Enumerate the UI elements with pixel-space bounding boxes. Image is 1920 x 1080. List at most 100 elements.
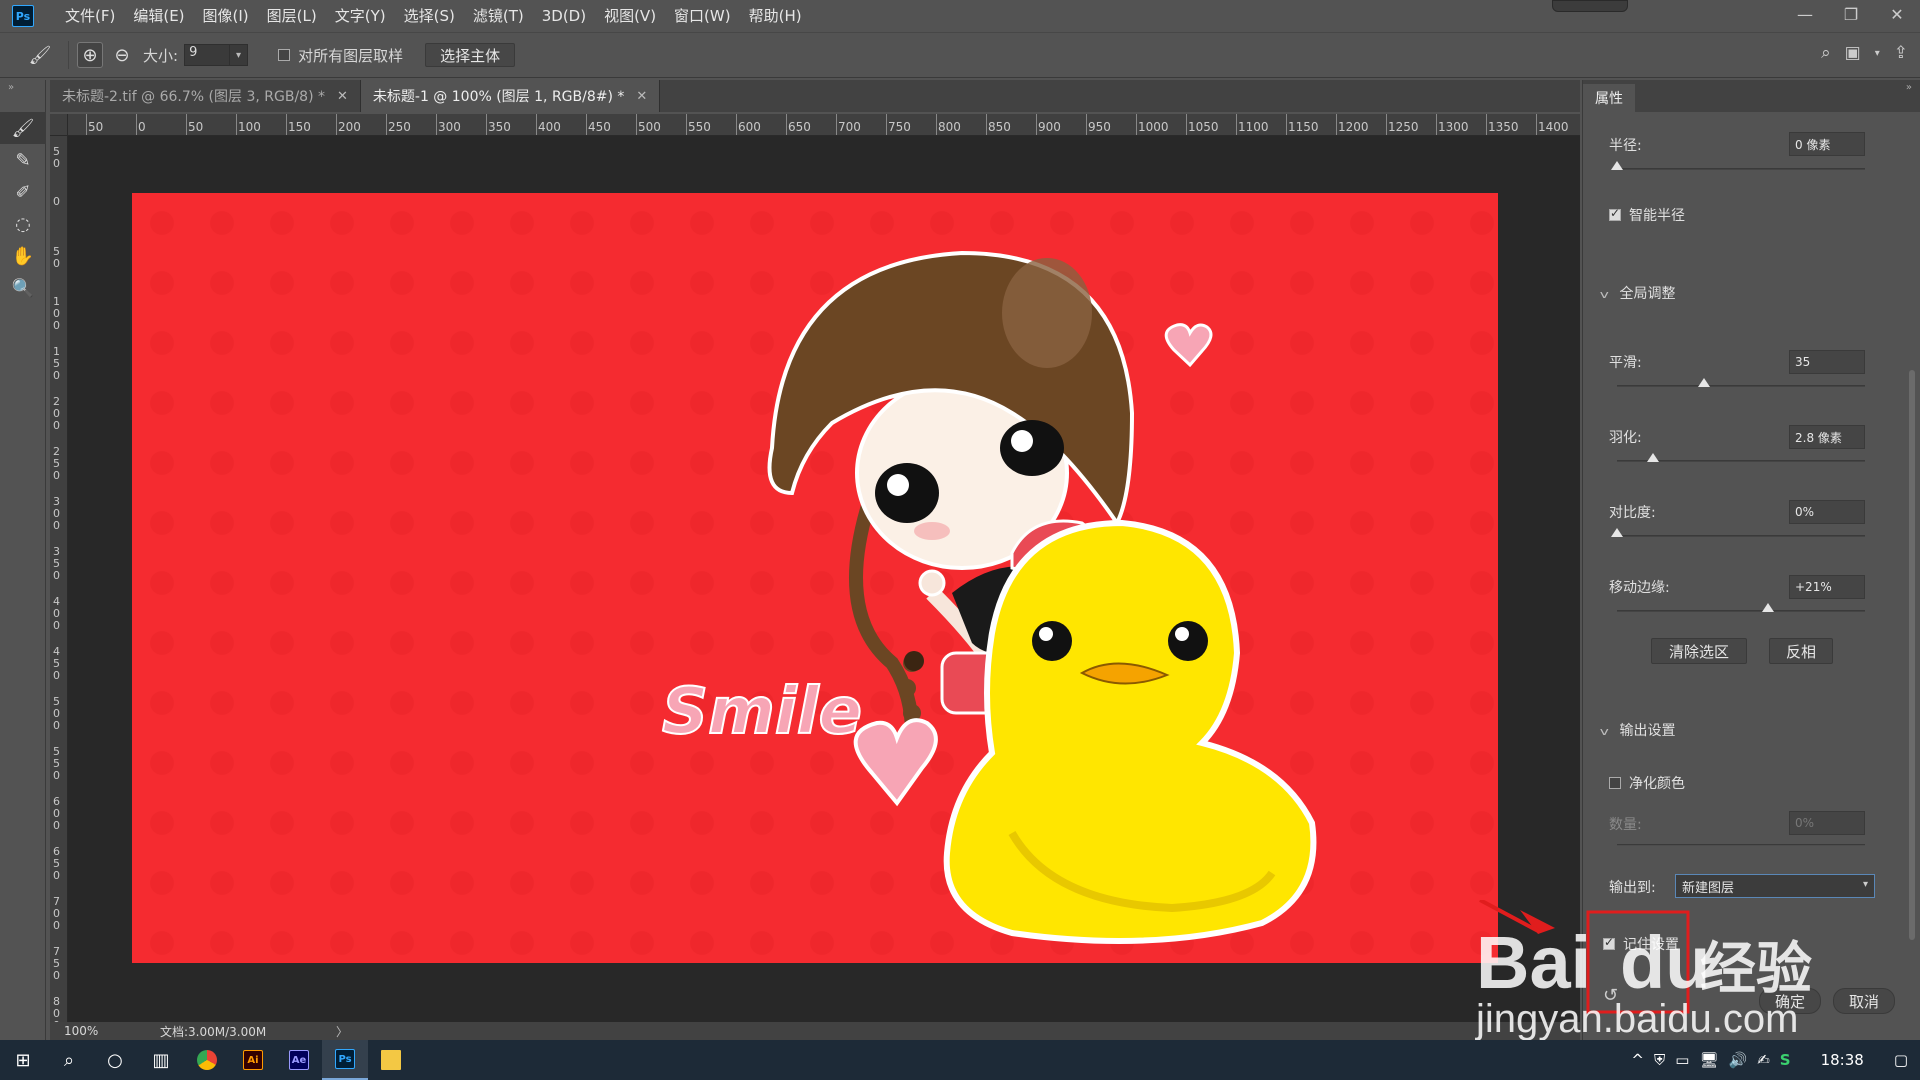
menu-item-4[interactable]: 文字(Y) [326,0,395,32]
file-explorer-icon[interactable] [368,1040,414,1080]
chevron-down-icon[interactable]: ▾ [230,44,249,66]
chevron-down-icon[interactable]: ▾ [1863,879,1868,890]
global-adjust-title: 全局调整 [1619,286,1676,302]
battery-icon[interactable]: ▭ [1675,1051,1689,1069]
brush-tool-icon[interactable]: ✎ [0,144,46,176]
chevron-down-icon[interactable]: ▾ [1875,48,1880,63]
menu-item-5[interactable]: 选择(S) [395,0,464,32]
ruler-tick-label: 500 [53,695,60,732]
close-icon[interactable]: ✕ [337,89,348,104]
windows-start-icon[interactable]: ⊞ [0,1040,46,1080]
shift-edge-slider-knob[interactable] [1762,603,1774,612]
panel-scrollbar[interactable] [1908,120,1916,1020]
ruler-tick-label: 950 [1086,114,1111,135]
ime-icon[interactable]: S [1780,1051,1791,1069]
task-view-icon[interactable]: ▥ [138,1040,184,1080]
chevron-down-icon[interactable]: v [1600,725,1609,738]
restore-icon[interactable]: ❐ [1828,0,1874,28]
contrast-slider-knob[interactable] [1611,528,1623,537]
lasso-tool-icon[interactable]: ◌ [0,208,46,240]
search-icon[interactable]: ⌕ [46,1040,92,1080]
checkbox-box[interactable] [1609,777,1621,789]
decontaminate-colors-checkbox[interactable]: 净化颜色 [1609,773,1685,793]
refine-edge-brush-icon[interactable]: ✐ [0,176,46,208]
shift-edge-input[interactable]: +21% [1789,575,1865,599]
smooth-slider[interactable] [1617,378,1865,387]
clock[interactable]: 18:38 [1821,1051,1864,1069]
shift-edge-slider[interactable] [1617,603,1865,612]
feather-slider-knob[interactable] [1647,453,1659,462]
minimize-icon[interactable]: — [1782,0,1828,28]
document-canvas[interactable]: Smile [132,193,1498,963]
network-icon[interactable]: 🖥 [1699,1051,1718,1069]
sample-all-layers-label: 对所有图层取样 [298,46,404,65]
status-menu-arrow[interactable]: 〉 [336,1023,348,1040]
cortana-icon[interactable]: ○ [92,1040,138,1080]
vertical-ruler[interactable]: 50 0 50 100 150 200 250 300 350 400 450 500 550 600 65… [50,136,68,1024]
output-to-select[interactable]: 新建图层 ▾ [1675,874,1875,898]
tab-document-1[interactable]: 未标题-1 @ 100% (图层 1, RGB/8#) * ✕ [360,80,661,112]
checkbox-box[interactable] [1609,206,1621,221]
menu-item-6[interactable]: 滤镜(T) [464,0,533,32]
search-icon[interactable]: ⌕ [1821,43,1831,63]
quick-selection-tool-icon[interactable]: 🖌 [0,112,46,144]
photoshop-taskbar-icon[interactable]: Ps [322,1040,368,1080]
notification-icon[interactable]: ▢ [1894,1051,1908,1069]
sample-all-layers-checkbox[interactable]: 对所有图层取样 [278,45,403,66]
invert-button[interactable]: 反相 [1769,638,1833,664]
select-subject-button[interactable]: 选择主体 [425,43,516,67]
clear-selection-button[interactable]: 清除选区 [1651,638,1747,664]
after-effects-icon[interactable]: Ae [276,1040,322,1080]
checkbox-box[interactable] [278,49,291,61]
size-input[interactable]: 9 [184,44,231,66]
workspace-icon[interactable]: ▣ [1845,43,1861,63]
contrast-input[interactable]: 0% [1789,500,1865,524]
smooth-input[interactable]: 35 [1789,350,1865,374]
menu-item-2[interactable]: 图像(I) [194,0,258,32]
close-icon[interactable]: ✕ [1874,0,1920,28]
menu-item-0[interactable]: 文件(F) [56,0,124,32]
menu-item-8[interactable]: 视图(V) [595,0,665,32]
pen-icon[interactable]: ✍ [1757,1051,1770,1069]
menu-item-3[interactable]: 图层(L) [258,0,326,32]
feather-input[interactable]: 2.8 像素 [1789,425,1865,449]
canvas-area[interactable]: Smile [68,136,1580,1024]
chevron-up-icon[interactable]: ^ [1631,1051,1644,1069]
feather-slider[interactable] [1617,453,1865,462]
tab-document-2[interactable]: 未标题-2.tif @ 66.7% (图层 3, RGB/8) * ✕ [50,80,361,112]
panel-collapse-icon[interactable]: » [1906,82,1912,93]
contrast-slider[interactable] [1611,528,1865,537]
ruler-origin[interactable] [50,114,68,136]
volume-icon[interactable]: 🔊 [1729,1051,1748,1069]
output-to-label: 输出到: [1609,880,1656,896]
scrollbar-thumb[interactable] [1909,370,1915,940]
share-icon[interactable]: ⇪ [1894,43,1908,63]
smart-radius-checkbox[interactable]: 智能半径 [1609,205,1685,225]
panel-collapse-icon[interactable]: » [0,80,45,112]
menu-item-9[interactable]: 窗口(W) [665,0,740,32]
menu-item-10[interactable]: 帮助(H) [740,0,811,32]
hand-tool-icon[interactable]: ✋ [0,240,46,272]
chrome-icon[interactable] [184,1040,230,1080]
menu-item-1[interactable]: 编辑(E) [124,0,193,32]
smooth-slider-knob[interactable] [1697,378,1710,387]
horizontal-ruler[interactable]: 50 0 50 100 150 200 250 300 350 400 450 500 550 600 65… [68,114,1580,136]
menu-item-7[interactable]: 3D(D) [533,0,595,32]
illustrator-icon[interactable]: Ai [230,1040,276,1080]
tab-properties[interactable]: 属性 [1583,84,1635,112]
close-icon[interactable]: ✕ [636,89,647,104]
ruler-tick-label: 800 [53,995,60,1025]
subtract-from-selection-icon[interactable]: ⊖ [109,42,135,68]
global-adjust-section-header[interactable]: v 全局调整 [1600,283,1676,303]
radius-slider[interactable] [1611,161,1865,170]
radius-slider-knob[interactable] [1611,161,1623,170]
add-to-selection-icon[interactable]: ⊕ [77,42,103,68]
chevron-down-icon[interactable]: v [1600,288,1609,301]
shield-icon[interactable]: ⛨ [1654,1051,1665,1069]
radius-input[interactable]: 0 像素 [1789,132,1865,156]
document-tabs: 未标题-2.tif @ 66.7% (图层 3, RGB/8) * ✕ 未标题-… [50,80,1580,112]
zoom-tool-icon[interactable]: 🔍 [0,272,46,304]
output-section-header[interactable]: v 输出设置 [1600,720,1676,740]
quick-selection-preset-icon[interactable]: 🖌 [20,42,60,68]
zoom-level[interactable]: 100% [64,1024,144,1038]
